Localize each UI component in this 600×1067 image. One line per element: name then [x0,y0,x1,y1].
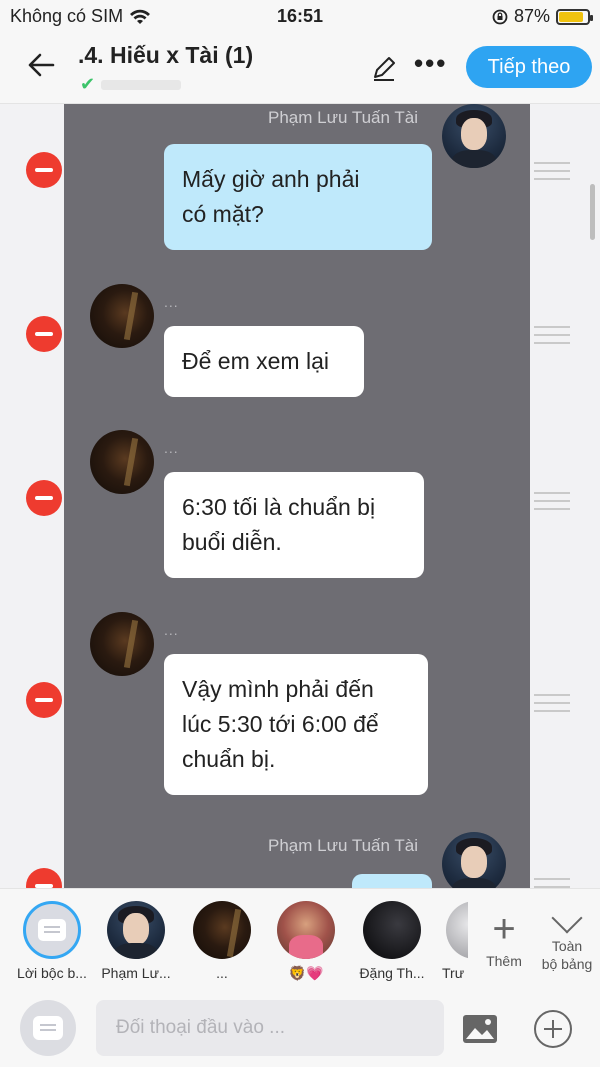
chat-area: Phạm Lưu Tuấn Tài Mấy giờ anh phải có mặ… [0,104,600,888]
avatar [90,284,154,348]
plus-icon: + [492,907,516,951]
message-bubble[interactable]: 6:30 tối là chuẩn bị buổi diễn. [164,472,424,578]
avatar [90,430,154,494]
sender-name: Phạm Lưu Tuấn Tài [268,108,418,127]
orientation-lock-icon [492,9,508,24]
message-line: chuẩn bị. [182,746,276,772]
participant-tai[interactable]: Phạm Lư... [89,901,183,981]
sender-name: ... [164,294,179,310]
add-character-button[interactable]: + Thêm [476,907,532,969]
drag-handle-icon[interactable] [534,162,570,186]
battery-icon [556,8,593,25]
collapse-label-line: Toàn [551,938,583,954]
next-button[interactable]: Tiếp theo [466,46,592,88]
image-icon[interactable] [462,1014,498,1049]
dialogue-input[interactable] [96,1000,444,1056]
page-title: .4. Hiếu x Tài (1) [78,42,254,68]
input-bar [0,986,600,1067]
participant-dang[interactable]: Đặng Th... [345,901,439,981]
delete-message-icon[interactable] [26,152,62,188]
message-bubble[interactable]: Vậy mình phải đến lúc 5:30 tới 6:00 để c… [164,654,428,795]
avatar [442,104,506,168]
save-status-label [101,79,182,90]
message-row: Phạm Lưu Tuấn Tài [0,832,600,888]
message-line: Mấy giờ anh phải [182,166,360,192]
message-line: có mặt? [182,201,264,227]
participant-label: Phạm Lư... [101,965,171,981]
narration-icon [33,1016,63,1040]
avatar [446,901,468,959]
collapse-all-button[interactable]: Toàn bộ bảng [534,902,600,973]
message-bubble[interactable]: Để em xem lại [164,326,364,397]
battery-percent: 87% [513,6,550,26]
drag-handle-icon[interactable] [534,878,570,888]
collapse-label: Toàn bộ bảng [534,937,600,973]
message-line: buổi diễn. [182,529,282,555]
delete-message-icon[interactable] [26,868,62,888]
sender-name: ... [164,622,179,638]
message-line: lúc 5:30 tới 6:00 để [182,711,379,737]
status-right: 87% [492,6,593,27]
sender-name: Phạm Lưu Tuấn Tài [268,836,418,855]
participant-label: ... [216,965,228,981]
drag-handle-icon[interactable] [534,492,570,516]
participant-label: Lời bộc b... [17,965,87,981]
header: .4. Hiếu x Tài (1) ✔ ••• Tiếp theo [0,34,600,104]
delete-message-icon[interactable] [26,480,62,516]
collapse-label-line: bộ bảng [541,956,593,972]
save-status: ✔ [80,74,182,95]
message-bubble[interactable] [352,874,432,888]
participant-label: Trư [442,965,465,981]
battery-fill [559,11,584,22]
narration-icon [23,901,81,959]
add-label: Thêm [486,953,522,969]
message-row: ... 6:30 tối là chuẩn bị buổi diễn. [0,430,600,590]
message-row: Phạm Lưu Tuấn Tài Mấy giờ anh phải có mặ… [0,104,600,264]
message-line: Vậy mình phải đến [182,676,374,702]
delete-message-icon[interactable] [26,316,62,352]
avatar [107,901,165,959]
participant-emoji[interactable]: 🦁💗 [259,901,353,982]
status-bar: Không có SIM 16:51 87% [0,0,600,34]
participant-narration[interactable]: Lời bộc b... [5,901,99,981]
participant-label: 🦁💗 [288,965,324,981]
narration-toggle-button[interactable] [20,1000,76,1056]
avatar [442,832,506,888]
add-circle-icon[interactable] [534,1010,572,1048]
avatar [90,612,154,676]
participant-partial[interactable]: Trư [428,901,468,981]
message-row: ... Vậy mình phải đến lúc 5:30 tới 6:00 … [0,612,600,812]
message-line: 6:30 tối là chuẩn bị [182,494,376,520]
chevron-down-icon [551,902,583,934]
drag-handle-icon[interactable] [534,694,570,718]
edit-pencil-icon[interactable] [370,54,398,87]
avatar [363,901,421,959]
drag-handle-icon[interactable] [534,326,570,350]
avatar [277,901,335,959]
sender-name: ... [164,440,179,456]
more-options-icon[interactable]: ••• [414,48,447,79]
back-arrow-icon[interactable] [26,50,56,86]
message-bubble[interactable]: Mấy giờ anh phải có mặt? [164,144,432,250]
message-line: Để em xem lại [182,348,329,374]
check-icon: ✔ [80,74,96,94]
message-row: ... Để em xem lại [0,284,600,404]
participant-unnamed[interactable]: ... [175,901,269,981]
avatar [193,901,251,959]
delete-message-icon[interactable] [26,682,62,718]
participant-label: Đặng Th... [359,965,425,981]
character-strip: Lời bộc b... Phạm Lư... ... 🦁💗 Đặng Th..… [0,888,600,986]
